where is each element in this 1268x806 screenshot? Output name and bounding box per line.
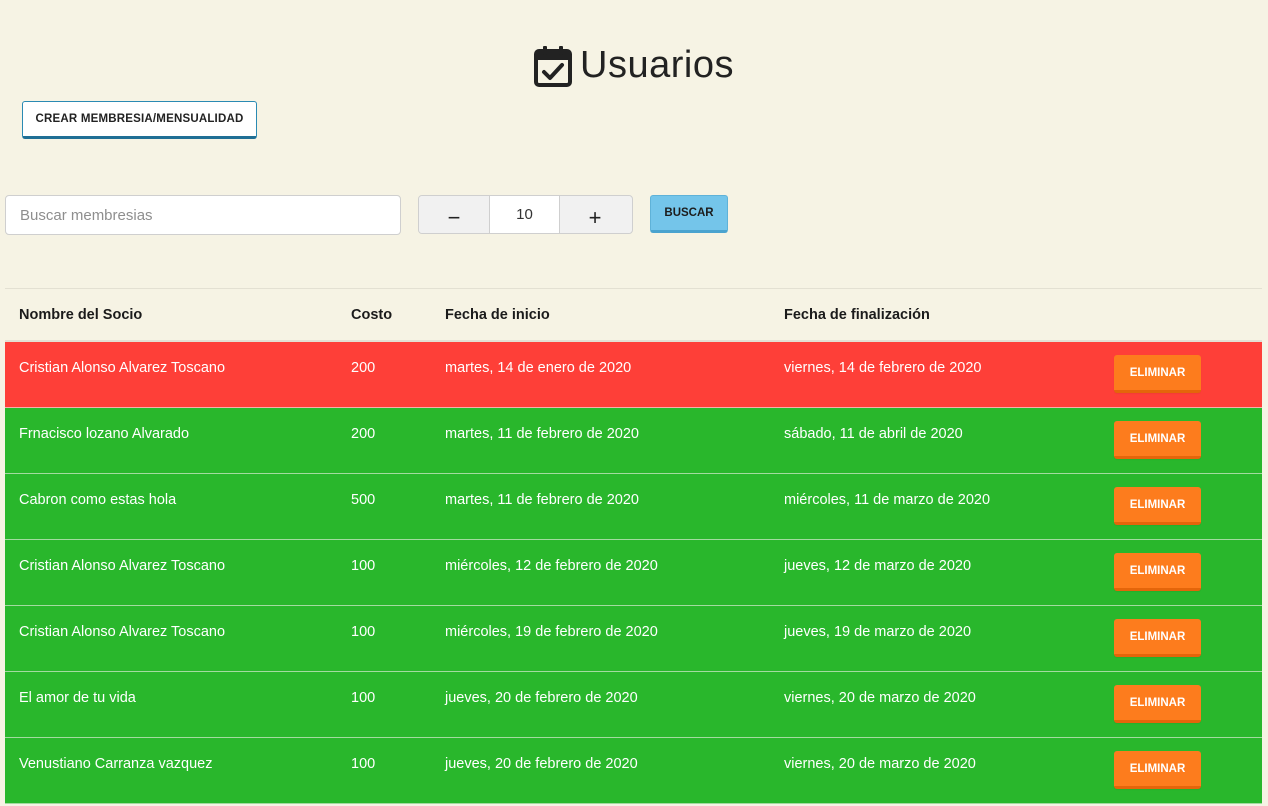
end-date: miércoles, 11 de marzo de 2020 [784,492,991,508]
end-date: sábado, 11 de abril de 2020 [784,426,963,442]
start-date: miércoles, 19 de febrero de 2020 [445,624,658,640]
delete-button[interactable]: ELIMINAR [1114,619,1201,657]
start-date: martes, 11 de febrero de 2020 [445,492,639,508]
delete-button[interactable]: ELIMINAR [1114,355,1201,393]
page-title: Usuarios [0,44,1268,87]
table-header: Nombre del Socio Costo Fecha de inicio F… [5,288,1262,342]
column-header-start-date: Fecha de inicio [445,307,550,323]
member-name: Cristian Alonso Alvarez Toscano [19,624,226,640]
member-cost: 100 [351,756,376,772]
end-date: jueves, 12 de marzo de 2020 [784,558,972,574]
member-cost: 200 [351,426,376,442]
table-row: Cristian Alonso Alvarez Toscano 100 miér… [5,606,1262,672]
create-membership-button[interactable]: CREAR MEMBRESIA/MENSUALIDAD [22,101,257,139]
delete-button[interactable]: ELIMINAR [1114,487,1201,525]
member-name: Cristian Alonso Alvarez Toscano [19,360,226,376]
end-date: viernes, 14 de febrero de 2020 [784,360,982,376]
member-cost: 100 [351,624,376,640]
column-header-cost: Costo [351,307,393,323]
stepper-value[interactable]: 10 [489,196,560,233]
member-cost: 200 [351,360,376,376]
start-date: jueves, 20 de febrero de 2020 [445,690,638,706]
start-date: miércoles, 12 de febrero de 2020 [445,558,658,574]
search-input[interactable] [5,195,401,235]
table-row: Cristian Alonso Alvarez Toscano 100 miér… [5,540,1262,606]
end-date: viernes, 20 de marzo de 2020 [784,690,976,706]
membership-table: Nombre del Socio Costo Fecha de inicio F… [5,288,1262,804]
calendar-check-icon [534,45,573,87]
table-row: Frnacisco lozano Alvarado 200 martes, 11… [5,408,1262,474]
member-cost: 100 [351,558,376,574]
delete-button[interactable]: ELIMINAR [1114,685,1201,723]
decrement-button[interactable]: − [419,196,489,233]
end-date: jueves, 19 de marzo de 2020 [784,624,972,640]
table-row: Cristian Alonso Alvarez Toscano 200 mart… [5,342,1262,408]
member-name: Frnacisco lozano Alvarado [19,426,190,442]
end-date: viernes, 20 de marzo de 2020 [784,756,976,772]
delete-button[interactable]: ELIMINAR [1114,421,1201,459]
start-date: martes, 11 de febrero de 2020 [445,426,639,442]
member-name: Venustiano Carranza vazquez [19,756,213,772]
column-header-end-date: Fecha de finalización [784,307,930,323]
member-name: Cabron como estas hola [19,492,177,508]
member-name: Cristian Alonso Alvarez Toscano [19,558,226,574]
page: Usuarios CREAR MEMBRESIA/MENSUALIDAD − 1… [0,0,1268,806]
increment-button[interactable]: + [560,196,630,233]
column-header-name: Nombre del Socio [19,307,143,323]
table-row: Cabron como estas hola 500 martes, 11 de… [5,474,1262,540]
search-button[interactable]: BUSCAR [650,195,728,233]
member-cost: 100 [351,690,376,706]
table-row: El amor de tu vida 100 jueves, 20 de feb… [5,672,1262,738]
table-row: Venustiano Carranza vazquez 100 jueves, … [5,738,1262,804]
start-date: jueves, 20 de febrero de 2020 [445,756,638,772]
member-name: El amor de tu vida [19,690,136,706]
delete-button[interactable]: ELIMINAR [1114,751,1201,789]
quantity-stepper: − 10 + [418,195,633,234]
page-title-text: Usuarios [580,44,734,86]
start-date: martes, 14 de enero de 2020 [445,360,632,376]
delete-button[interactable]: ELIMINAR [1114,553,1201,591]
member-cost: 500 [351,492,376,508]
